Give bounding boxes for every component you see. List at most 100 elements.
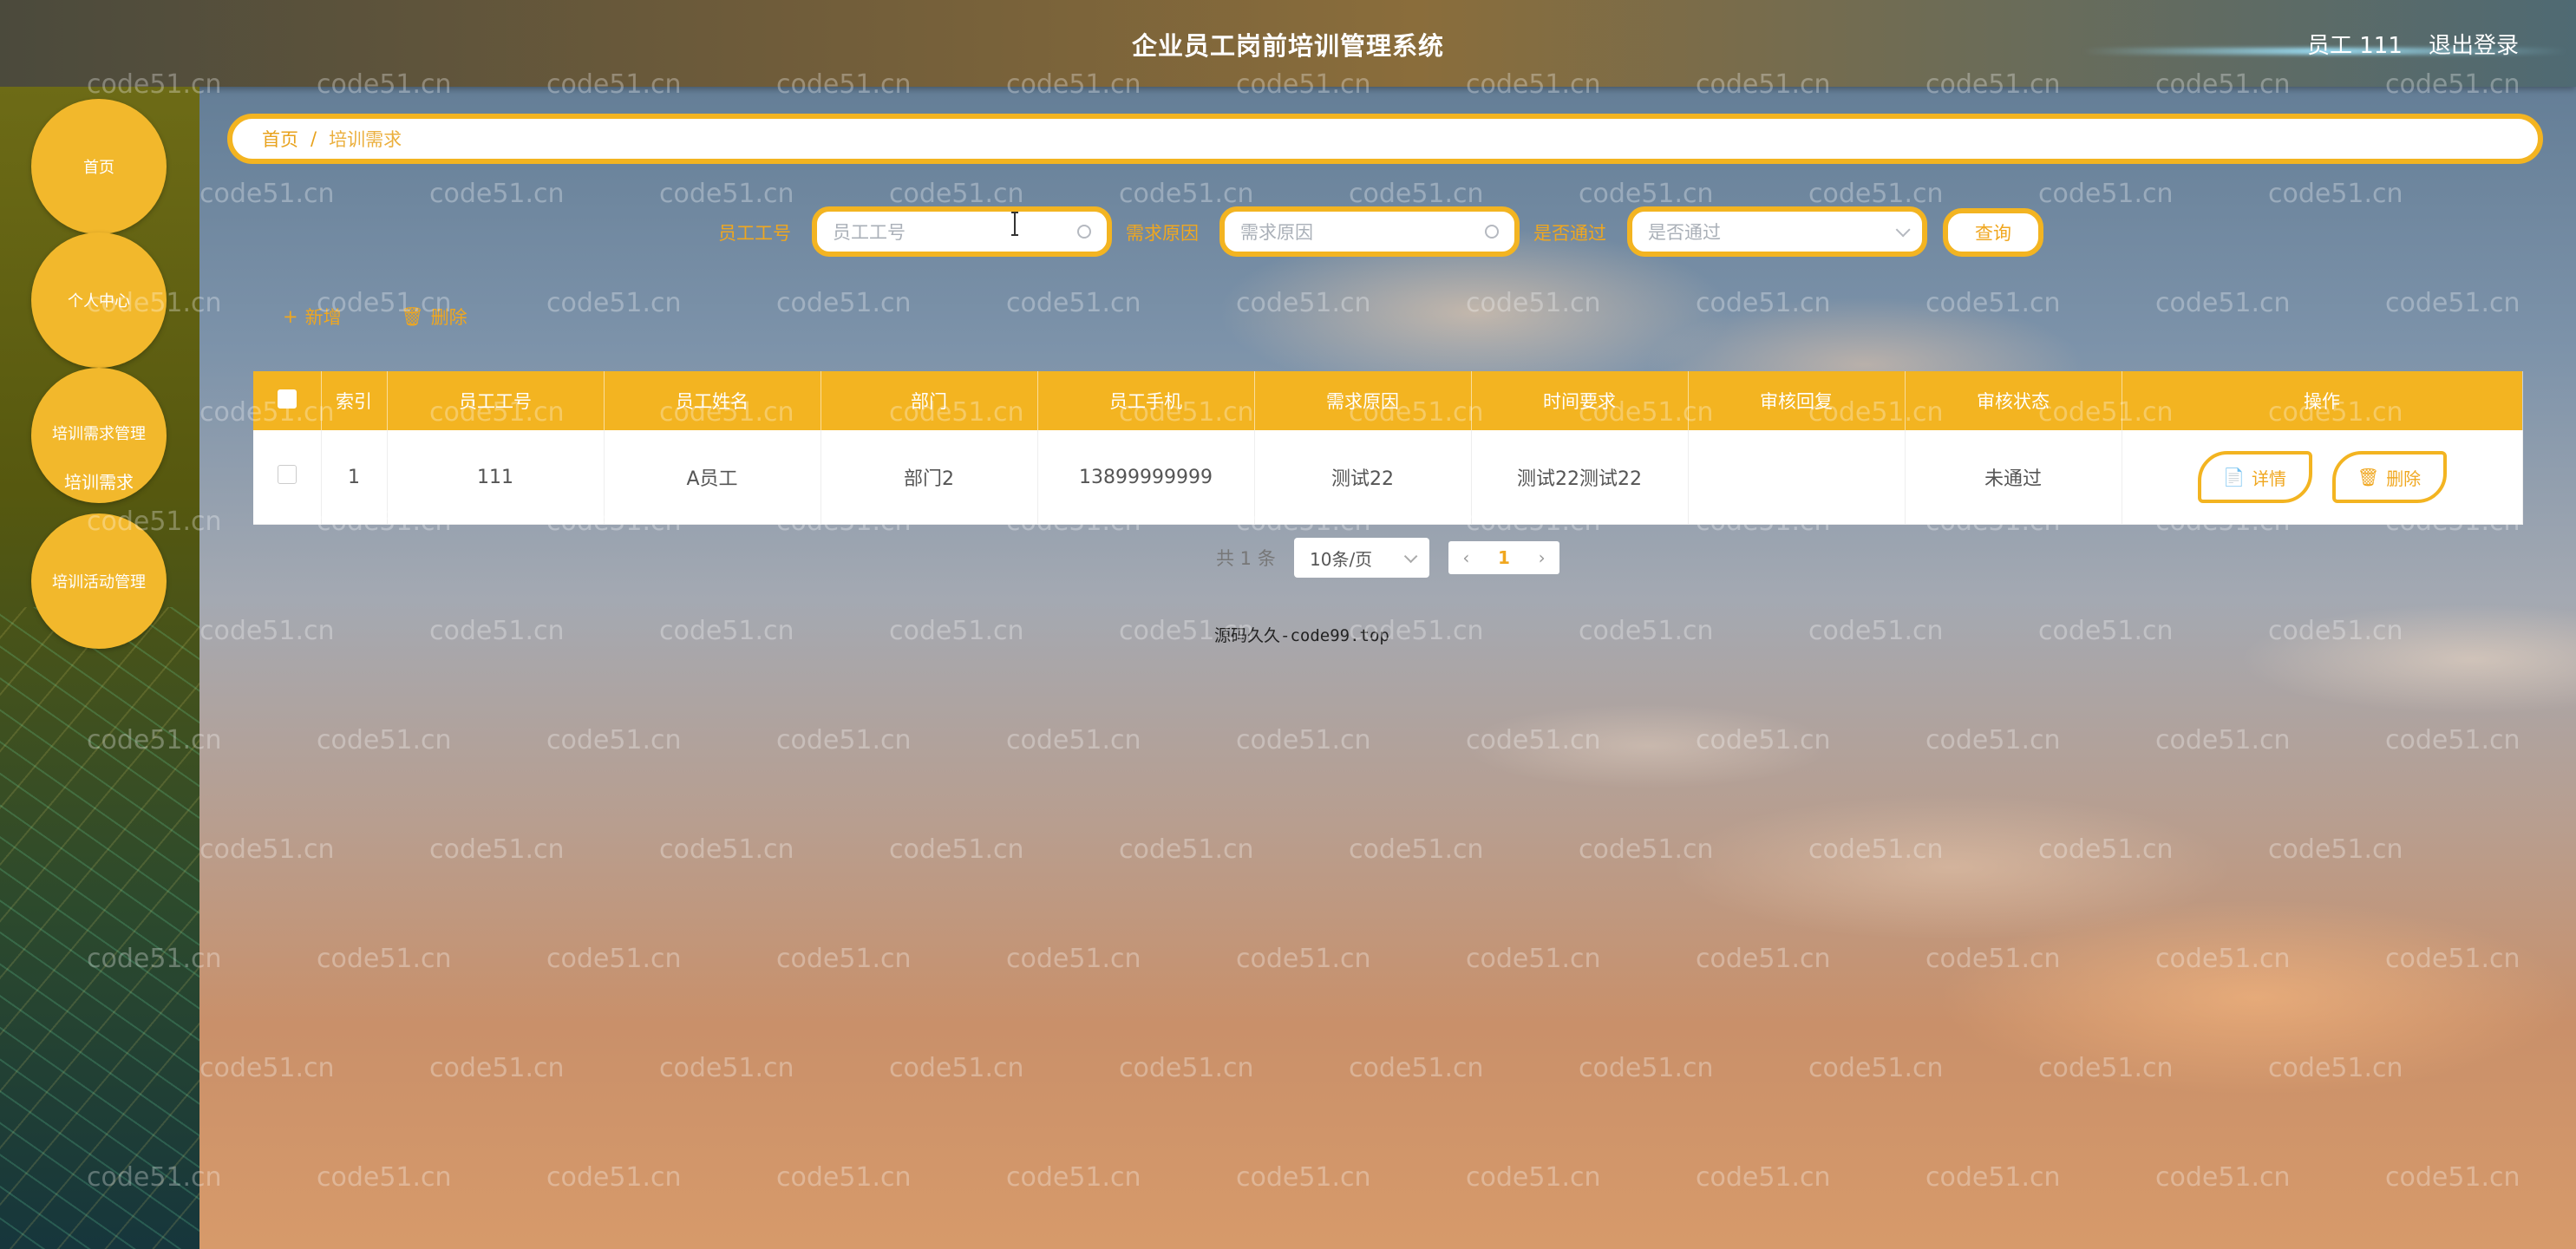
approved-label: 是否通过 xyxy=(1533,223,1606,244)
watermark-text: code51.cn xyxy=(1925,1162,2061,1193)
watermark-text: code51.cn xyxy=(659,616,794,646)
next-page-button[interactable]: › xyxy=(1539,547,1546,568)
text-cursor-icon xyxy=(1011,212,1018,236)
watermark-text: code51.cn xyxy=(1696,944,1831,974)
watermark-text: code51.cn xyxy=(1006,1162,1141,1193)
col-header-employee-name: 员工姓名 xyxy=(604,371,821,430)
watermark-text: code51.cn xyxy=(2038,1053,2174,1083)
trash-icon: 🗑 xyxy=(2357,467,2380,487)
watermark-text: code51.cn xyxy=(1236,944,1371,974)
sidebar-item-training-activity-mgmt[interactable]: 培训活动管理 xyxy=(31,513,167,649)
search-icon xyxy=(1485,225,1499,239)
select-all-cell xyxy=(253,371,322,430)
add-button[interactable]: + 新增 xyxy=(283,304,342,330)
watermark-text: code51.cn xyxy=(776,725,912,755)
watermark-text: code51.cn xyxy=(1579,1053,1714,1083)
watermark-text: code51.cn xyxy=(1808,1053,1944,1083)
document-icon: 📄 xyxy=(2223,467,2245,487)
batch-delete-label: 删除 xyxy=(430,307,467,328)
watermark-text: code51.cn xyxy=(2038,179,2174,209)
breadcrumb-separator: / xyxy=(311,128,317,149)
watermark-text: code51.cn xyxy=(2268,1053,2403,1083)
watermark-text: code51.cn xyxy=(2155,725,2291,755)
sidebar-item-home[interactable]: 首页 xyxy=(31,99,167,234)
watermark-text: code51.cn xyxy=(2268,179,2403,209)
watermark-text: code51.cn xyxy=(2155,288,2291,318)
watermark-text: code51.cn xyxy=(2038,834,2174,865)
select-all-checkbox[interactable] xyxy=(277,389,297,409)
watermark-text: code51.cn xyxy=(2038,616,2174,646)
watermark-text: code51.cn xyxy=(1119,179,1254,209)
watermark-text: code51.cn xyxy=(429,179,565,209)
employee-no-placeholder: 员工工号 xyxy=(833,222,906,243)
watermark-text: code51.cn xyxy=(1119,834,1254,865)
prev-page-button[interactable]: ‹ xyxy=(1462,547,1469,568)
sidebar-subitem-training-needs[interactable]: 培训需求 xyxy=(31,468,167,494)
watermark-text: code51.cn xyxy=(1466,725,1601,755)
row-delete-button[interactable]: 🗑 删除 xyxy=(2331,451,2447,503)
watermark-text: code51.cn xyxy=(1006,725,1141,755)
page-number-current[interactable]: 1 xyxy=(1498,547,1510,568)
watermark-text: code51.cn xyxy=(1808,834,1944,865)
col-header-time-req: 时间要求 xyxy=(1471,371,1689,430)
reason-input[interactable]: 需求原因 xyxy=(1219,206,1520,257)
row-delete-label: 删除 xyxy=(2386,468,2422,489)
row-checkbox[interactable] xyxy=(277,465,297,484)
detail-button-label: 详情 xyxy=(2251,468,2286,489)
approved-placeholder: 是否通过 xyxy=(1648,222,1721,243)
batch-delete-button[interactable]: 🗑 删除 xyxy=(401,304,467,330)
cell-time-req: 测试22测试22 xyxy=(1471,430,1689,525)
page-size-value: 10条/页 xyxy=(1310,548,1373,570)
watermark-text: code51.cn xyxy=(546,725,682,755)
watermark-text: code51.cn xyxy=(317,944,452,974)
col-header-reply: 审核回复 xyxy=(1688,371,1906,430)
watermark-text: code51.cn xyxy=(1696,1162,1831,1193)
watermark-text: code51.cn xyxy=(199,616,335,646)
watermark-text: code51.cn xyxy=(2268,834,2403,865)
pagination-total: 共 1 条 xyxy=(1216,548,1276,569)
employee-no-input[interactable]: 员工工号 xyxy=(812,206,1112,257)
breadcrumb: 首页 / 培训需求 xyxy=(227,114,2543,164)
add-button-label: 新增 xyxy=(304,307,342,328)
watermark-text: code51.cn xyxy=(1006,944,1141,974)
watermark-text: code51.cn xyxy=(1349,1053,1484,1083)
watermark-text: code51.cn xyxy=(2385,725,2520,755)
watermark-text: code51.cn xyxy=(429,834,565,865)
watermark-text: code51.cn xyxy=(1349,179,1484,209)
watermark-text: code51.cn xyxy=(1579,834,1714,865)
trash-icon: 🗑 xyxy=(401,305,424,327)
watermark-text: code51.cn xyxy=(1236,725,1371,755)
watermark-text: code51.cn xyxy=(1579,179,1714,209)
approved-select[interactable]: 是否通过 xyxy=(1627,206,1927,257)
logout-link[interactable]: 退出登录 xyxy=(2429,28,2519,60)
watermark-text: code51.cn xyxy=(546,288,682,318)
watermark-text: code51.cn xyxy=(1349,834,1484,865)
plus-icon: + xyxy=(283,306,298,327)
watermark-text: code51.cn xyxy=(776,1162,912,1193)
col-header-dept: 部门 xyxy=(821,371,1038,430)
watermark-text: code51.cn xyxy=(1466,288,1601,318)
sidebar-item-personal-center[interactable]: 个人中心 xyxy=(31,232,167,368)
watermark-text: code51.cn xyxy=(1925,725,2061,755)
watermark-text: code51.cn xyxy=(1006,288,1141,318)
watermark-text: code51.cn xyxy=(2385,944,2520,974)
cell-status: 未通过 xyxy=(1905,430,2122,525)
watermark-text: code51.cn xyxy=(776,288,912,318)
search-icon xyxy=(1077,225,1091,239)
cell-phone: 13899999999 xyxy=(1037,430,1255,525)
col-header-employee-no: 员工工号 xyxy=(387,371,605,430)
watermark-text: code51.cn xyxy=(546,1162,682,1193)
employee-no-label: 员工工号 xyxy=(718,223,791,244)
page-size-select[interactable]: 10条/页 xyxy=(1294,538,1429,578)
top-header: 企业员工岗前培训管理系统 员工 111 退出登录 xyxy=(0,0,2576,87)
chevron-down-icon xyxy=(1403,549,1418,563)
breadcrumb-current: 培训需求 xyxy=(329,129,402,150)
breadcrumb-home[interactable]: 首页 xyxy=(262,126,298,152)
cell-reason: 测试22 xyxy=(1254,430,1472,525)
current-user: 员工 111 xyxy=(2307,33,2403,59)
detail-button[interactable]: 📄 详情 xyxy=(2197,451,2312,503)
col-header-status: 审核状态 xyxy=(1905,371,2122,430)
reason-placeholder: 需求原因 xyxy=(1240,222,1313,243)
col-header-reason: 需求原因 xyxy=(1254,371,1472,430)
search-button[interactable]: 查询 xyxy=(1943,208,2043,257)
